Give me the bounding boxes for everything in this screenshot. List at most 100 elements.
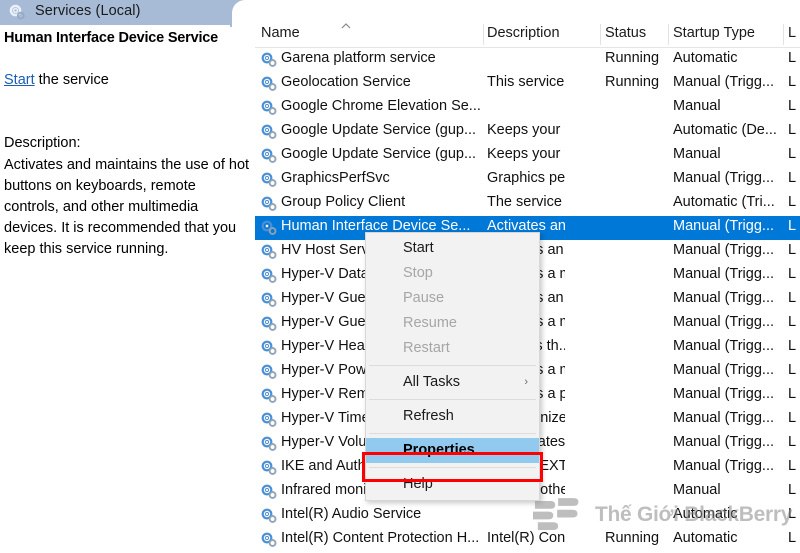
- menu-item-start[interactable]: Start: [366, 236, 539, 261]
- menu-item-help[interactable]: Help: [366, 472, 539, 497]
- cell-logon: L: [788, 386, 797, 402]
- column-divider-4[interactable]: [783, 24, 784, 45]
- service-gear-icon: [261, 52, 277, 67]
- menu-separator: [369, 433, 536, 434]
- service-details-pane: Services (Local) Human Interface Device …: [0, 0, 255, 553]
- column-header-name[interactable]: Name: [261, 25, 300, 41]
- services-gear-icon: [9, 4, 25, 20]
- cell-name: Google Update Service (gup...: [281, 146, 477, 162]
- column-divider-2[interactable]: [600, 24, 601, 45]
- menu-item-all-tasks[interactable]: All Tasks ›: [366, 370, 539, 395]
- service-gear-icon: [261, 100, 277, 115]
- menu-item-label: Restart: [403, 340, 450, 356]
- cell-logon: L: [788, 98, 797, 114]
- cell-startup: Manual (Trigg...: [673, 410, 774, 426]
- service-gear-icon: [261, 220, 277, 235]
- table-row[interactable]: Intel(R) Audio Service Automatic L: [255, 504, 800, 528]
- description-label: Description:: [4, 135, 81, 151]
- menu-item-properties[interactable]: Properties: [366, 438, 539, 463]
- service-gear-icon: [261, 532, 277, 547]
- cell-startup: Manual: [673, 98, 721, 114]
- service-gear-icon: [261, 172, 277, 187]
- cell-logon: L: [788, 290, 797, 306]
- cell-name: Group Policy Client: [281, 194, 406, 210]
- cell-startup: Manual (Trigg...: [673, 362, 774, 378]
- cell-startup: Automatic: [673, 530, 738, 546]
- cell-name: Geolocation Service: [281, 74, 411, 90]
- cell-logon: L: [788, 194, 797, 210]
- menu-item-label: All Tasks: [403, 374, 460, 390]
- cell-logon: L: [788, 170, 797, 186]
- menu-item-refresh[interactable]: Refresh: [366, 404, 539, 429]
- menu-separator: [369, 365, 536, 366]
- service-context-menu[interactable]: Start Stop Pause Resume Restart All Tasks › Ref…: [365, 232, 540, 501]
- cell-startup: Manual (Trigg...: [673, 434, 774, 450]
- selected-service-title: Human Interface Device Service: [4, 30, 219, 46]
- cell-description: Keeps your ...: [487, 146, 565, 162]
- cell-logon: L: [788, 530, 797, 546]
- cell-logon: L: [788, 266, 797, 282]
- menu-item-restart: Restart: [366, 336, 539, 361]
- cell-logon: L: [788, 482, 797, 498]
- cell-status: Running: [605, 74, 660, 90]
- service-gear-icon: [261, 148, 277, 163]
- services-local-tab-header[interactable]: Services (Local): [0, 0, 255, 27]
- cell-startup: Automatic: [673, 506, 738, 522]
- sort-ascending-caret-icon: [341, 23, 351, 29]
- service-action-line: Start the service: [4, 72, 109, 88]
- cell-startup: Manual (Trigg...: [673, 218, 774, 234]
- column-divider-1[interactable]: [483, 24, 484, 45]
- description-text: Activates and maintains the use of hot b…: [4, 157, 250, 257]
- cell-startup: Manual (Trigg...: [673, 266, 774, 282]
- table-row[interactable]: GraphicsPerfSvc Graphics per... Manual (Tr…: [255, 168, 800, 192]
- cell-startup: Manual: [673, 482, 721, 498]
- menu-item-label: Properties: [403, 442, 475, 458]
- table-row[interactable]: Intel(R) Content Protection H... Intel(R)…: [255, 528, 800, 552]
- column-header-logon[interactable]: L: [788, 25, 796, 41]
- menu-item-label: Start: [403, 240, 434, 256]
- menu-item-label: Refresh: [403, 408, 454, 424]
- service-gear-icon: [261, 508, 277, 523]
- menu-separator: [369, 399, 536, 400]
- cell-logon: L: [788, 218, 797, 234]
- cell-logon: L: [788, 410, 797, 426]
- cell-description: This service ...: [487, 74, 565, 90]
- action-suffix-label: the service: [34, 72, 109, 88]
- cell-name: Google Chrome Elevation Se...: [281, 98, 481, 114]
- column-header-startup[interactable]: Startup Type: [673, 25, 755, 41]
- cell-logon: L: [788, 314, 797, 330]
- cell-name: Intel(R) Content Protection H...: [281, 530, 480, 546]
- service-gear-icon: [261, 196, 277, 211]
- table-row[interactable]: Geolocation Service This service ... Runni…: [255, 72, 800, 96]
- table-row[interactable]: Google Update Service (gup... Keeps your …: [255, 144, 800, 168]
- cell-startup: Automatic (Tri...: [673, 194, 775, 210]
- cell-logon: L: [788, 434, 797, 450]
- cell-logon: L: [788, 362, 797, 378]
- cell-logon: L: [788, 146, 797, 162]
- service-gear-icon: [261, 76, 277, 91]
- cell-status: Running: [605, 530, 660, 546]
- table-row[interactable]: Garena platform service Running Automatic L: [255, 48, 800, 72]
- menu-item-resume: Resume: [366, 311, 539, 336]
- cell-logon: L: [788, 122, 797, 138]
- menu-item-label: Help: [403, 476, 433, 492]
- menu-item-label: Resume: [403, 315, 457, 331]
- start-service-link[interactable]: Start: [4, 72, 35, 88]
- service-gear-icon: [261, 124, 277, 139]
- cell-status: Running: [605, 50, 660, 66]
- cell-startup: Manual (Trigg...: [673, 338, 774, 354]
- cell-description: The service i...: [487, 194, 565, 210]
- service-gear-icon: [261, 268, 277, 283]
- table-row[interactable]: Google Chrome Elevation Se... Manual L: [255, 96, 800, 120]
- table-row[interactable]: Google Update Service (gup... Keeps your …: [255, 120, 800, 144]
- cell-logon: L: [788, 506, 797, 522]
- menu-item-stop: Stop: [366, 261, 539, 286]
- cell-startup: Manual (Trigg...: [673, 314, 774, 330]
- column-header-status[interactable]: Status: [605, 25, 646, 41]
- cell-startup: Automatic: [673, 50, 738, 66]
- list-column-header[interactable]: Name Description Status Startup Type L: [255, 22, 800, 47]
- column-header-description[interactable]: Description: [487, 25, 560, 41]
- cell-startup: Manual (Trigg...: [673, 458, 774, 474]
- table-row[interactable]: Group Policy Client The service i... Autom…: [255, 192, 800, 216]
- column-divider-3[interactable]: [668, 24, 669, 45]
